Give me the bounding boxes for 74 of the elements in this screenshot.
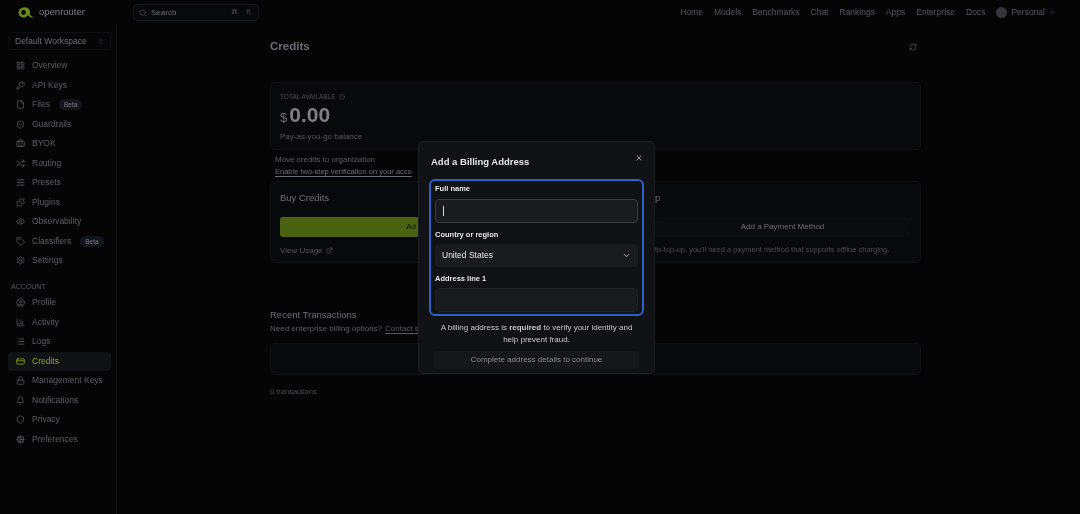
add-credits-button[interactable]: Ad <box>280 216 419 237</box>
sidebar-item[interactable]: BYOK <box>8 134 111 154</box>
info-icon <box>338 94 345 101</box>
nav-link[interactable]: Enterprise <box>916 6 956 19</box>
sidebar-item[interactable]: Settings <box>8 251 111 271</box>
brand-name: openrouter <box>39 5 85 20</box>
nav-link[interactable]: Models <box>713 6 742 19</box>
sidebar-item[interactable]: Overview <box>8 56 111 76</box>
cog-icon <box>16 434 25 444</box>
contact-link[interactable]: Contact s <box>385 322 419 335</box>
bar-chart-icon <box>16 317 25 327</box>
sidebar-item[interactable]: Observability <box>8 212 111 232</box>
move-credits-link[interactable]: Move credits to organization <box>275 155 376 166</box>
workspace-switcher[interactable]: Default Workspace <box>8 32 111 50</box>
list-icon <box>16 337 25 347</box>
sidebar-item[interactable]: Preferences <box>8 429 111 449</box>
view-usage-link[interactable]: View Usage <box>280 244 323 257</box>
sidebar-item[interactable]: Management Keys <box>8 371 111 391</box>
sidebar-item[interactable]: Activity <box>8 312 111 332</box>
key-icon <box>16 80 25 90</box>
nav-link[interactable]: Benchmarks <box>752 6 800 19</box>
sidebar-item[interactable]: Credits <box>8 351 111 371</box>
card-icon <box>16 356 25 366</box>
chevron-icon <box>1049 9 1056 16</box>
auto-top-up-title: p <box>655 191 662 206</box>
briefcase-icon <box>16 139 25 149</box>
sidebar-item[interactable]: Plugins <box>8 192 111 212</box>
gear-icon <box>16 256 25 266</box>
file-icon <box>16 100 25 110</box>
grid-icon <box>16 61 25 71</box>
nav-link[interactable]: Rankings <box>839 6 875 19</box>
nav-link[interactable]: Apps <box>885 6 906 19</box>
sidebar-item[interactable]: Logs <box>8 332 111 352</box>
dialog-note: A billing address is required to verify your identity and help prevent fraud. <box>439 322 634 346</box>
tag-icon <box>16 236 25 246</box>
transactions-title: Recent Transactions <box>270 308 358 323</box>
sidebar-item[interactable]: API Keys <box>8 75 111 95</box>
shield-icon <box>16 415 25 425</box>
account-menu[interactable]: Personal <box>996 6 1056 19</box>
balance-amount: 0.00 <box>289 103 331 127</box>
avatar-icon <box>996 7 1008 18</box>
nav-link[interactable]: Docs <box>966 6 986 19</box>
close-icon[interactable] <box>635 154 643 162</box>
text-field[interactable] <box>435 288 638 312</box>
sidebar-item[interactable]: Privacy <box>8 410 111 430</box>
shield-icon <box>16 119 25 129</box>
text-field[interactable] <box>435 198 638 223</box>
sliders-icon <box>16 178 25 188</box>
eye-icon <box>16 217 25 227</box>
transactions-subtitle: Need enterprise billing options? <box>270 322 383 335</box>
sidebar-item[interactable]: Guardrails <box>8 114 111 134</box>
chevron-icon <box>97 37 104 45</box>
currency-symbol: $ <box>280 109 288 127</box>
sidebar-item[interactable]: Profile <box>8 293 111 313</box>
nav-link[interactable]: Home <box>680 6 703 19</box>
refresh-icon[interactable] <box>909 42 917 51</box>
user-icon <box>16 298 25 308</box>
nav-link[interactable]: Chat <box>810 6 829 19</box>
sidebar-item[interactable]: Notifications <box>8 390 111 410</box>
dialog-title: Add a Billing Address <box>431 155 530 169</box>
page-title: Credits <box>270 39 310 54</box>
sidebar-item[interactable]: Presets <box>8 173 111 193</box>
search-icon <box>139 8 147 17</box>
add-payment-button[interactable]: Add a Payment Method <box>655 216 910 237</box>
puzzle-icon <box>16 197 25 207</box>
balance-caption: Pay-as-you-go balance <box>280 130 364 143</box>
sidebar-item[interactable]: Routing <box>8 153 111 173</box>
lock-icon <box>16 376 25 386</box>
external-link-icon <box>325 247 333 254</box>
arrows-icon <box>16 158 25 168</box>
buy-credits-title: Buy Credits <box>280 191 331 206</box>
bell-icon <box>16 395 25 405</box>
country-select[interactable]: United States <box>435 243 638 267</box>
logo-icon <box>18 7 34 18</box>
